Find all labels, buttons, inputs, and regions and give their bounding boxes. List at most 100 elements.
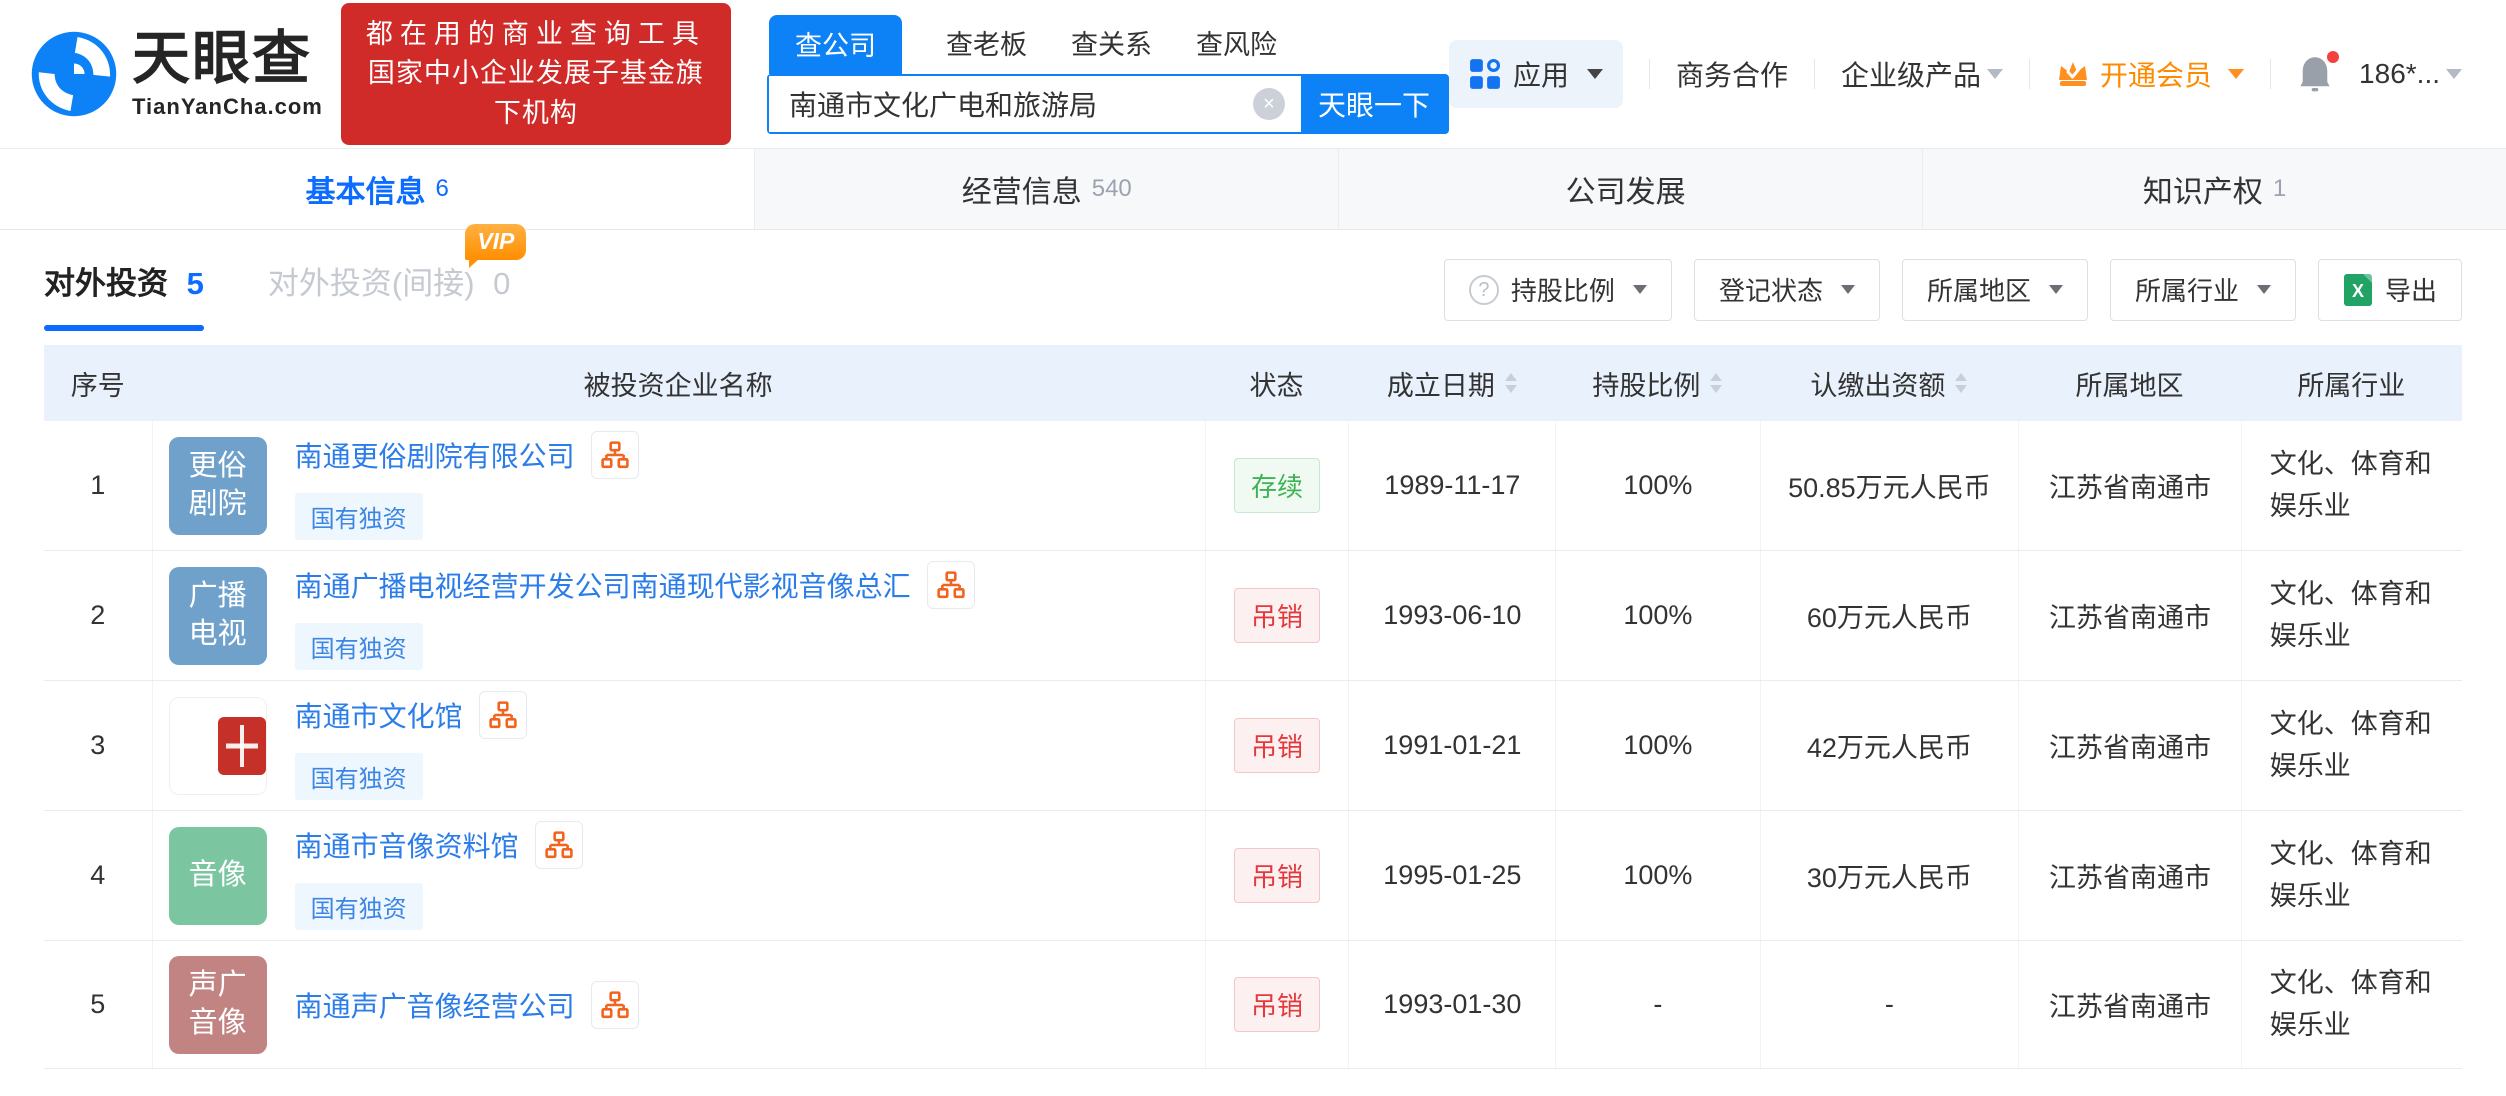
ratio-cell: 100% — [1555, 551, 1759, 680]
filter-toolbar: ? 持股比例 登记状态 所属地区 所属行业 — [1444, 259, 2462, 331]
status-badge: 吊销 — [1234, 848, 1320, 903]
sort-icon[interactable] — [1710, 373, 1722, 393]
org-chart-icon — [545, 831, 573, 859]
equity-structure-button[interactable] — [535, 821, 583, 869]
chevron-down-icon — [1987, 69, 2003, 79]
row-index: 4 — [44, 811, 152, 940]
org-chart-icon — [601, 441, 629, 469]
company-link[interactable]: 南通广播电视经营开发公司南通现代影视音像总汇 — [295, 565, 911, 605]
column-header: 所属行业 — [2241, 364, 2462, 403]
region-cell: 江苏省南通市 — [2018, 941, 2240, 1068]
nav-open-vip[interactable]: 开通会员 — [2056, 54, 2244, 94]
table-header-row: 序号被投资企业名称状态成立日期持股比例认缴出资额所属地区所属行业 — [44, 345, 2462, 421]
establish-date-cell: 1995-01-25 — [1348, 811, 1555, 940]
company-avatar: 音像 — [169, 827, 267, 925]
clear-icon[interactable]: × — [1253, 88, 1285, 120]
org-chart-icon — [489, 701, 517, 729]
ratio-cell: 100% — [1555, 811, 1759, 940]
tab-count: 5 — [187, 266, 204, 301]
column-header: 序号 — [44, 364, 152, 403]
excel-icon: X — [2343, 273, 2373, 307]
filter-shareholding-ratio[interactable]: ? 持股比例 — [1444, 259, 1672, 321]
apps-menu[interactable]: 应用 — [1449, 40, 1623, 108]
table-row: 1 更俗剧院 南通更俗剧院有限公司 — [44, 421, 2462, 551]
tab-company-development[interactable]: 公司发展 — [1338, 149, 1922, 229]
top-nav: 应用 商务合作 企业级产品 开通会员 — [1449, 40, 2462, 108]
tab-business-info[interactable]: 经营信息 540 — [754, 149, 1338, 229]
company-cell: 广播电视 南通广播电视经营开发公司南通现代影视音像总汇 国有独 — [152, 551, 1205, 680]
table-row: 2 广播电视 南通广播电视经营开发公司南通现代影视音像总汇 — [44, 551, 2462, 681]
tab-count: 6 — [435, 175, 448, 203]
column-header: 所属地区 — [2018, 364, 2240, 403]
chevron-down-icon — [2446, 69, 2462, 79]
search-area: 查公司 查老板 查关系 查风险 × 天眼一下 — [767, 15, 1449, 134]
nav-cooperation[interactable]: 商务合作 — [1676, 54, 1788, 94]
column-header[interactable]: 认缴出资额 — [1760, 364, 2019, 403]
industry-cell: 文化、体育和娱乐业 — [2241, 681, 2462, 810]
sort-icon[interactable] — [1955, 373, 1967, 393]
user-phone[interactable]: 186*... — [2359, 58, 2462, 90]
sort-icon[interactable] — [1505, 373, 1517, 393]
ratio-cell: - — [1555, 941, 1759, 1068]
amount-cell: 30万元人民币 — [1760, 811, 2019, 940]
table-row: 4 音像 南通市音像资料馆 — [44, 811, 2462, 941]
tianyancha-page: 天眼查 TianYanCha.com 都在用的商业查询工具 国家中小企业发展子基… — [0, 0, 2506, 1096]
soe-tag: 国有独资 — [295, 883, 423, 930]
company-link[interactable]: 南通声广音像经营公司 — [295, 985, 575, 1025]
company-link[interactable]: 南通更俗剧院有限公司 — [295, 435, 575, 475]
equity-structure-button[interactable] — [927, 561, 975, 609]
tab-outbound-investment[interactable]: 对外投资 5 — [44, 258, 204, 331]
search-tab-company[interactable]: 查公司 — [769, 15, 902, 74]
column-header: 状态 — [1205, 364, 1349, 403]
search-input[interactable] — [769, 76, 1253, 132]
divider — [1814, 59, 1815, 89]
org-chart-icon — [937, 571, 965, 599]
notifications-bell[interactable] — [2297, 55, 2333, 93]
filter-region[interactable]: 所属地区 — [1902, 259, 2088, 321]
company-link[interactable]: 南通市文化馆 — [295, 695, 463, 735]
column-header: 被投资企业名称 — [152, 364, 1205, 403]
tab-basic-info[interactable]: 基本信息 6 — [0, 149, 754, 229]
export-button[interactable]: X 导出 — [2318, 259, 2462, 321]
company-link[interactable]: 南通市音像资料馆 — [295, 825, 519, 865]
filter-industry[interactable]: 所属行业 — [2110, 259, 2296, 321]
search-tab-risk[interactable]: 查风险 — [1196, 23, 1277, 74]
tab-intellectual-property[interactable]: 知识产权 1 — [1922, 149, 2506, 229]
amount-cell: 42万元人民币 — [1760, 681, 2019, 810]
filter-registration-status[interactable]: 登记状态 — [1694, 259, 1880, 321]
column-header[interactable]: 成立日期 — [1348, 364, 1555, 403]
equity-structure-button[interactable] — [479, 691, 527, 739]
company-cell: 更俗剧院 南通更俗剧院有限公司 国有独资 — [152, 421, 1205, 550]
search-tab-relation[interactable]: 查关系 — [1071, 23, 1152, 74]
tianyancha-logo-icon — [30, 30, 118, 118]
apps-label: 应用 — [1513, 54, 1569, 94]
equity-structure-button[interactable] — [591, 431, 639, 479]
tab-indirect-investment[interactable]: 对外投资(间接) 0 VIP — [268, 258, 511, 331]
search-tab-boss[interactable]: 查老板 — [946, 23, 1027, 74]
company-avatar: 广播电视 — [169, 567, 267, 665]
status-cell: 存续 — [1205, 421, 1349, 550]
row-index: 1 — [44, 421, 152, 550]
search-button[interactable]: 天眼一下 — [1301, 76, 1447, 132]
tab-count: 1 — [2273, 175, 2286, 203]
chevron-down-icon — [2257, 285, 2271, 294]
tianyancha-logo[interactable]: 天眼查 TianYanCha.com — [30, 30, 323, 118]
company-cell: 声广音像 南通声广音像经营公司 — [152, 941, 1205, 1068]
equity-structure-button[interactable] — [591, 981, 639, 1029]
region-cell: 江苏省南通市 — [2018, 811, 2240, 940]
status-cell: 吊销 — [1205, 551, 1349, 680]
nav-enterprise[interactable]: 企业级产品 — [1841, 54, 2003, 94]
row-index: 3 — [44, 681, 152, 810]
crown-icon — [2056, 59, 2090, 89]
column-header[interactable]: 持股比例 — [1555, 364, 1759, 403]
status-badge: 存续 — [1234, 458, 1320, 513]
chevron-down-icon — [1841, 285, 1855, 294]
amount-cell: 50.85万元人民币 — [1760, 421, 2019, 550]
establish-date-cell: 1993-01-30 — [1348, 941, 1555, 1068]
svg-text:X: X — [2352, 281, 2364, 301]
investment-table: 序号被投资企业名称状态成立日期持股比例认缴出资额所属地区所属行业 1 更俗剧院 … — [44, 345, 2462, 1069]
soe-tag: 国有独资 — [295, 623, 423, 670]
search-tabs: 查公司 查老板 查关系 查风险 — [767, 15, 1449, 74]
ratio-cell: 100% — [1555, 421, 1759, 550]
status-cell: 吊销 — [1205, 681, 1349, 810]
